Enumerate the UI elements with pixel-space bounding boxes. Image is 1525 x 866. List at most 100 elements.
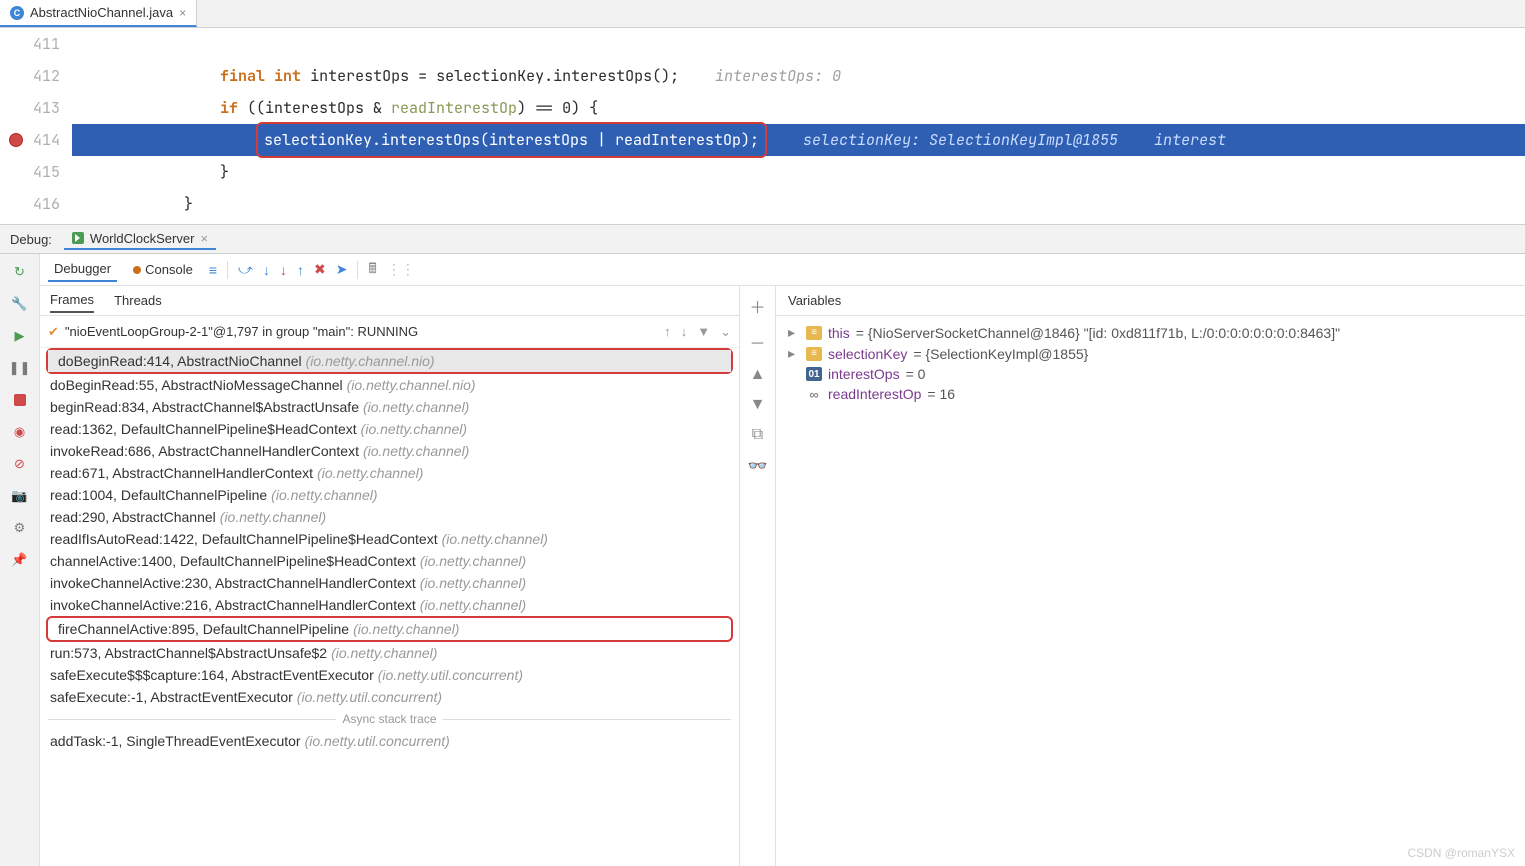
frame-method: fireChannelActive:895, DefaultChannelPip… — [58, 621, 349, 637]
step-out-button[interactable]: ↑ — [297, 262, 304, 278]
tab-debugger[interactable]: Debugger — [48, 257, 117, 282]
frame-method: safeExecute:-1, AbstractEventExecutor — [50, 689, 293, 705]
frame-package: (io.netty.channel) — [420, 597, 526, 613]
frame-row[interactable]: addTask:-1, SingleThreadEventExecutor (i… — [40, 730, 739, 752]
filter-button[interactable]: ▼ — [697, 324, 710, 340]
camera-icon[interactable]: 📷 — [10, 486, 30, 506]
frame-package: (io.netty.channel) — [220, 509, 326, 525]
frame-package: (io.netty.channel.nio) — [306, 353, 435, 369]
variables-list[interactable]: ▸≡this = {NioServerSocketChannel@1846} "… — [776, 316, 1525, 866]
pin-button[interactable]: 📌 — [10, 550, 30, 570]
frame-method: doBeginRead:55, AbstractNioMessageChanne… — [50, 377, 343, 393]
trace-button[interactable]: ⋮⋮ — [387, 261, 415, 278]
thread-name: "nioEventLoopGroup-2-1"@1,797 in group "… — [65, 324, 418, 339]
step-over-button[interactable]: ⤻ — [238, 261, 253, 278]
frame-row[interactable]: doBeginRead:55, AbstractNioMessageChanne… — [40, 374, 739, 396]
frame-row[interactable]: safeExecute:-1, AbstractEventExecutor (i… — [40, 686, 739, 708]
expand-arrow-icon[interactable]: ▸ — [788, 324, 800, 341]
file-tab-active[interactable]: C AbstractNioChannel.java × — [0, 0, 197, 27]
run-config-tab[interactable]: WorldClockServer × — [64, 229, 216, 250]
frame-package: (io.netty.channel) — [363, 443, 469, 459]
close-icon[interactable]: × — [200, 231, 208, 246]
frame-method: addTask:-1, SingleThreadEventExecutor — [50, 733, 301, 749]
separator — [227, 261, 228, 279]
close-icon[interactable]: × — [179, 6, 186, 20]
inline-hint: interest — [1154, 124, 1226, 156]
variable-row[interactable]: ∞readInterestOp = 16 — [784, 384, 1517, 404]
frames-list[interactable]: doBeginRead:414, AbstractNioChannel (io.… — [40, 348, 739, 866]
variable-value: = 16 — [927, 386, 955, 402]
line-number: 416 — [33, 188, 60, 220]
frame-package: (io.netty.channel) — [420, 575, 526, 591]
next-frame-button[interactable]: ↓ — [681, 324, 688, 340]
breakpoint-icon[interactable] — [9, 133, 23, 147]
inline-hint: selectionKey: SelectionKeyImpl@1855 — [803, 124, 1118, 156]
variable-row[interactable]: 01interestOps = 0 — [784, 364, 1517, 384]
variable-row[interactable]: ▸≡this = {NioServerSocketChannel@1846} "… — [784, 322, 1517, 343]
line-number: 412 — [33, 60, 60, 92]
run-to-cursor-button[interactable]: ➤ — [336, 261, 348, 278]
variable-value: = {SelectionKeyImpl@1855} — [913, 346, 1088, 362]
frame-method: readIfIsAutoRead:1422, DefaultChannelPip… — [50, 531, 438, 547]
code-area[interactable]: final int interestOps = selectionKey.int… — [72, 28, 1525, 224]
glasses-icon[interactable]: 👓 — [748, 456, 768, 476]
frame-row[interactable]: read:1004, DefaultChannelPipeline (io.ne… — [40, 484, 739, 506]
frame-row[interactable]: safeExecute$$$capture:164, AbstractEvent… — [40, 664, 739, 686]
debug-main: Debugger Console ≡ ⤻ ↓ ↓ ↑ ✖ ➤ 🖩 ⋮⋮ Fram… — [40, 254, 1525, 866]
frame-row[interactable]: run:573, AbstractChannel$AbstractUnsafe$… — [40, 642, 739, 664]
down-button[interactable]: ▼ — [750, 396, 766, 414]
pause-button[interactable]: ❚❚ — [10, 358, 30, 378]
tab-frames[interactable]: Frames — [50, 288, 94, 313]
editor-gutter: 411 412 413 414 415 416 — [0, 28, 72, 224]
evaluate-button[interactable]: 🖩 — [368, 258, 376, 282]
variable-row[interactable]: ▸≡selectionKey = {SelectionKeyImpl@1855} — [784, 343, 1517, 364]
settings-button[interactable]: ⚙ — [10, 518, 30, 538]
threads-icon[interactable]: ≡ — [209, 262, 217, 278]
copy-button[interactable]: ⧉ — [752, 426, 763, 444]
debug-toolbar: Debugger Console ≡ ⤻ ↓ ↓ ↑ ✖ ➤ 🖩 ⋮⋮ — [40, 254, 1525, 286]
stop-button[interactable] — [10, 390, 30, 410]
mute-breakpoints-button[interactable]: ⊘ — [10, 454, 30, 474]
drop-frame-button[interactable]: ✖ — [314, 261, 326, 278]
view-breakpoints-button[interactable]: ◉ — [10, 422, 30, 442]
file-tab-label: AbstractNioChannel.java — [30, 5, 173, 20]
force-step-into-button[interactable]: ↓ — [280, 262, 287, 278]
frame-highlight-box: fireChannelActive:895, DefaultChannelPip… — [46, 616, 733, 642]
line-number: 415 — [33, 156, 60, 188]
async-divider: Async stack trace — [40, 708, 739, 730]
frame-row[interactable]: read:1362, DefaultChannelPipeline$HeadCo… — [40, 418, 739, 440]
code-text: ((interestOps & — [238, 92, 391, 124]
chevron-down-icon[interactable]: ⌄ — [720, 324, 731, 340]
thread-selector[interactable]: ✔"nioEventLoopGroup-2-1"@1,797 in group … — [40, 316, 739, 348]
frame-package: (io.netty.util.concurrent) — [305, 733, 450, 749]
frame-method: invokeChannelActive:230, AbstractChannel… — [50, 575, 416, 591]
tab-console[interactable]: Console — [127, 258, 199, 281]
expand-arrow-icon[interactable]: ▸ — [788, 345, 800, 362]
frame-row[interactable]: beginRead:834, AbstractChannel$AbstractU… — [40, 396, 739, 418]
frame-package: (io.netty.channel) — [317, 465, 423, 481]
frame-package: (io.netty.channel) — [331, 645, 437, 661]
rerun-button[interactable]: ↻ — [10, 262, 30, 282]
frame-row[interactable]: channelActive:1400, DefaultChannelPipeli… — [40, 550, 739, 572]
prev-frame-button[interactable]: ↑ — [664, 324, 671, 340]
frame-row[interactable]: read:671, AbstractChannelHandlerContext … — [40, 462, 739, 484]
frame-package: (io.netty.channel) — [363, 399, 469, 415]
debug-left-toolbar: ↻ 🔧 ▶ ❚❚ ◉ ⊘ 📷 ⚙ 📌 — [0, 254, 40, 866]
code-editor: 411 412 413 414 415 416 final int intere… — [0, 28, 1525, 224]
frame-row[interactable]: doBeginRead:414, AbstractNioChannel (io.… — [48, 350, 731, 372]
remove-watch-button[interactable]: － — [749, 330, 765, 354]
variables-toolbar: ＋ － ▲ ▼ ⧉ 👓 — [740, 286, 776, 866]
modify-run-config-button[interactable]: 🔧 — [10, 294, 30, 314]
frame-row[interactable]: fireChannelActive:895, DefaultChannelPip… — [48, 618, 731, 640]
variable-name: selectionKey — [828, 346, 907, 362]
tab-threads[interactable]: Threads — [114, 289, 162, 312]
step-into-button[interactable]: ↓ — [263, 262, 270, 278]
frame-row[interactable]: invokeRead:686, AbstractChannelHandlerCo… — [40, 440, 739, 462]
frame-row[interactable]: readIfIsAutoRead:1422, DefaultChannelPip… — [40, 528, 739, 550]
up-button[interactable]: ▲ — [750, 366, 766, 384]
frame-row[interactable]: invokeChannelActive:230, AbstractChannel… — [40, 572, 739, 594]
add-watch-button[interactable]: ＋ — [749, 294, 765, 318]
frame-row[interactable]: read:290, AbstractChannel (io.netty.chan… — [40, 506, 739, 528]
frame-row[interactable]: invokeChannelActive:216, AbstractChannel… — [40, 594, 739, 616]
resume-button[interactable]: ▶ — [10, 326, 30, 346]
